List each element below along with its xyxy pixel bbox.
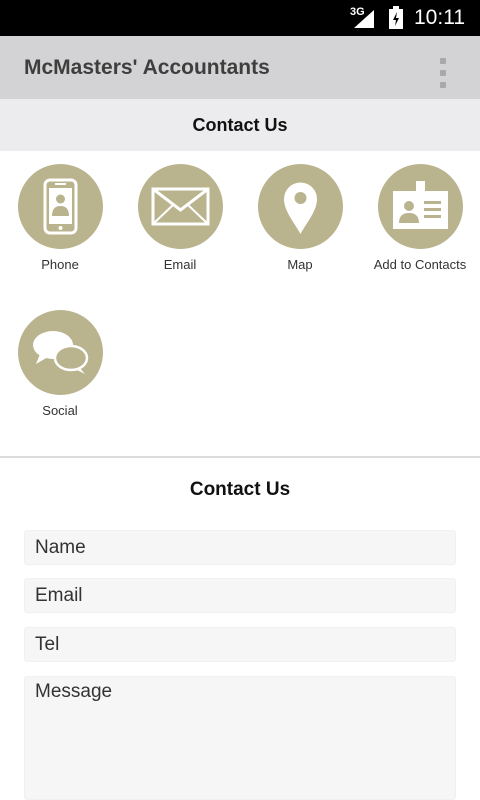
contact-section-header: Contact Us [0, 99, 480, 151]
battery-icon [389, 6, 403, 29]
message-field[interactable] [24, 676, 456, 800]
section-divider [0, 456, 480, 458]
email-field[interactable] [24, 578, 456, 613]
tile-add-to-contacts[interactable]: Add to Contacts [360, 164, 480, 284]
tile-phone-label: Phone [41, 257, 79, 272]
phone-icon [18, 164, 103, 249]
app-bar: McMasters' Accountants [0, 36, 480, 99]
name-field[interactable] [24, 530, 456, 565]
tile-add-to-contacts-label: Add to Contacts [373, 257, 467, 272]
tile-email[interactable]: Email [120, 164, 240, 284]
status-bar: 3G 10:11 [0, 0, 480, 36]
tel-field[interactable] [24, 627, 456, 662]
tile-social-label: Social [42, 403, 78, 418]
tile-map[interactable]: Map [240, 164, 360, 284]
tile-social[interactable]: Social [0, 310, 120, 430]
more-vert-icon[interactable] [436, 56, 450, 90]
map-pin-icon [258, 164, 343, 249]
tile-email-label: Email [163, 257, 197, 272]
tile-phone[interactable]: Phone [0, 164, 120, 284]
contact-section-title: Contact Us [192, 115, 288, 135]
envelope-icon [138, 164, 223, 249]
signal-icon [354, 10, 374, 28]
tile-map-label: Map [287, 257, 313, 272]
chat-bubbles-icon [18, 310, 103, 395]
form-title: Contact Us [189, 479, 291, 500]
clock: 10:11 [414, 6, 465, 29]
id-card-icon [378, 164, 463, 249]
app-title: McMasters' Accountants [24, 56, 270, 79]
